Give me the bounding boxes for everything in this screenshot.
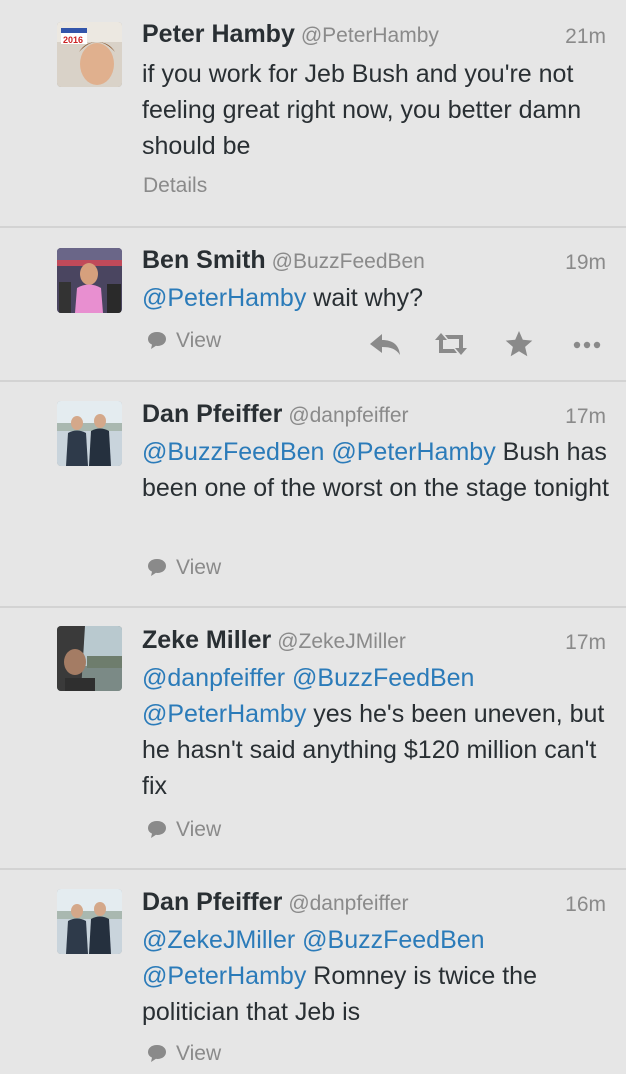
tweet-footer: View [143,818,606,848]
tweet-footer: View [143,556,606,586]
comment-bubble-icon [148,332,166,349]
favorite-star-icon[interactable] [500,329,538,359]
tweet-feed: 2016 Peter Hamby @PeterHamby 21m if you w… [0,0,626,1074]
author-handle[interactable]: @danpfeiffer [288,892,408,915]
tweet-text: @ZekeJMiller @BuzzFeedBen @PeterHamby Ro… [142,922,612,1030]
author-handle[interactable]: @PeterHamby [301,24,439,47]
author-name[interactable]: Ben Smith [142,246,266,274]
author-handle[interactable]: @ZekeJMiller [277,630,406,653]
tweet-text: if you work for Jeb Bush and you're not … [142,56,612,164]
view-label: View [176,818,222,841]
mention-link[interactable]: @BuzzFeedBen [302,926,484,954]
tweet[interactable]: 2016 Peter Hamby @PeterHamby 21m if you w… [0,0,626,228]
author-handle[interactable]: @danpfeiffer [288,404,408,427]
more-dots-icon[interactable] [568,329,606,359]
tweet-header: Dan Pfeiffer @danpfeiffer 16m [142,888,606,922]
tweet[interactable]: Zeke Miller @ZekeJMiller 17m @danpfeiffer… [0,608,626,870]
tweet-text-segment: wait why? [306,284,424,312]
tweet-header: Zeke Miller @ZekeJMiller 17m [142,626,606,660]
avatar-badge-text: 2016 [63,35,83,45]
mention-link[interactable]: @BuzzFeedBen [292,664,474,692]
comment-bubble-icon [148,821,166,838]
view-label: View [176,556,222,579]
timestamp[interactable]: 16m [565,893,606,917]
tweet-header: Peter Hamby @PeterHamby 21m [142,20,606,54]
timestamp[interactable]: 19m [565,251,606,275]
avatar[interactable] [57,889,122,954]
reply-icon[interactable] [366,329,404,359]
timestamp[interactable]: 21m [565,25,606,49]
mention-link[interactable]: @ZekeJMiller [142,926,295,954]
author-name[interactable]: Peter Hamby [142,20,295,48]
tweet-text-segment: if you work for Jeb Bush and you're not … [142,60,582,160]
author-name[interactable]: Zeke Miller [142,626,271,654]
view-link[interactable]: View [146,556,221,580]
tweet-text-segment [285,664,292,692]
author-name[interactable]: Dan Pfeiffer [142,400,282,428]
tweet-text: @BuzzFeedBen @PeterHamby Bush has been o… [142,434,612,506]
details-link[interactable]: Details [143,174,207,197]
view-label: View [176,329,222,352]
mention-link[interactable]: @PeterHamby [142,284,306,312]
view-label: View [176,1042,222,1065]
tweet-text: @PeterHamby wait why? [142,280,612,316]
avatar[interactable] [57,401,122,466]
author-handle[interactable]: @BuzzFeedBen [272,250,425,273]
mention-link[interactable]: @PeterHamby [142,700,306,728]
tweet-footer: View [143,329,606,359]
mention-link[interactable]: @BuzzFeedBen [142,438,324,466]
tweet-footer: Details [143,174,606,204]
tweet-actions [366,329,606,359]
tweet-header: Ben Smith @BuzzFeedBen 19m [142,246,606,280]
mention-link[interactable]: @PeterHamby [142,962,306,990]
comment-bubble-icon [148,1045,166,1062]
avatar[interactable] [57,626,122,691]
mention-link[interactable]: @danpfeiffer [142,664,285,692]
view-link[interactable]: View [146,1042,221,1066]
author-name[interactable]: Dan Pfeiffer [142,888,282,916]
view-link[interactable]: View [146,818,221,842]
view-link[interactable]: View [146,329,221,353]
tweet[interactable]: Dan Pfeiffer @danpfeiffer 17m @BuzzFeedBe… [0,382,626,608]
mention-link[interactable]: @PeterHamby [331,438,495,466]
tweet[interactable]: Dan Pfeiffer @danpfeiffer 16m @ZekeJMille… [0,870,626,1074]
tweet-footer: View [143,1042,606,1072]
avatar[interactable] [57,248,122,313]
tweet-text: @danpfeiffer @BuzzFeedBen @PeterHamby ye… [142,660,612,804]
timestamp[interactable]: 17m [565,631,606,655]
avatar[interactable]: 2016 [57,22,122,87]
timestamp[interactable]: 17m [565,405,606,429]
tweet[interactable]: Ben Smith @BuzzFeedBen 19m @PeterHamby wa… [0,228,626,382]
retweet-icon[interactable] [432,329,470,359]
comment-bubble-icon [148,559,166,576]
tweet-header: Dan Pfeiffer @danpfeiffer 17m [142,400,606,434]
